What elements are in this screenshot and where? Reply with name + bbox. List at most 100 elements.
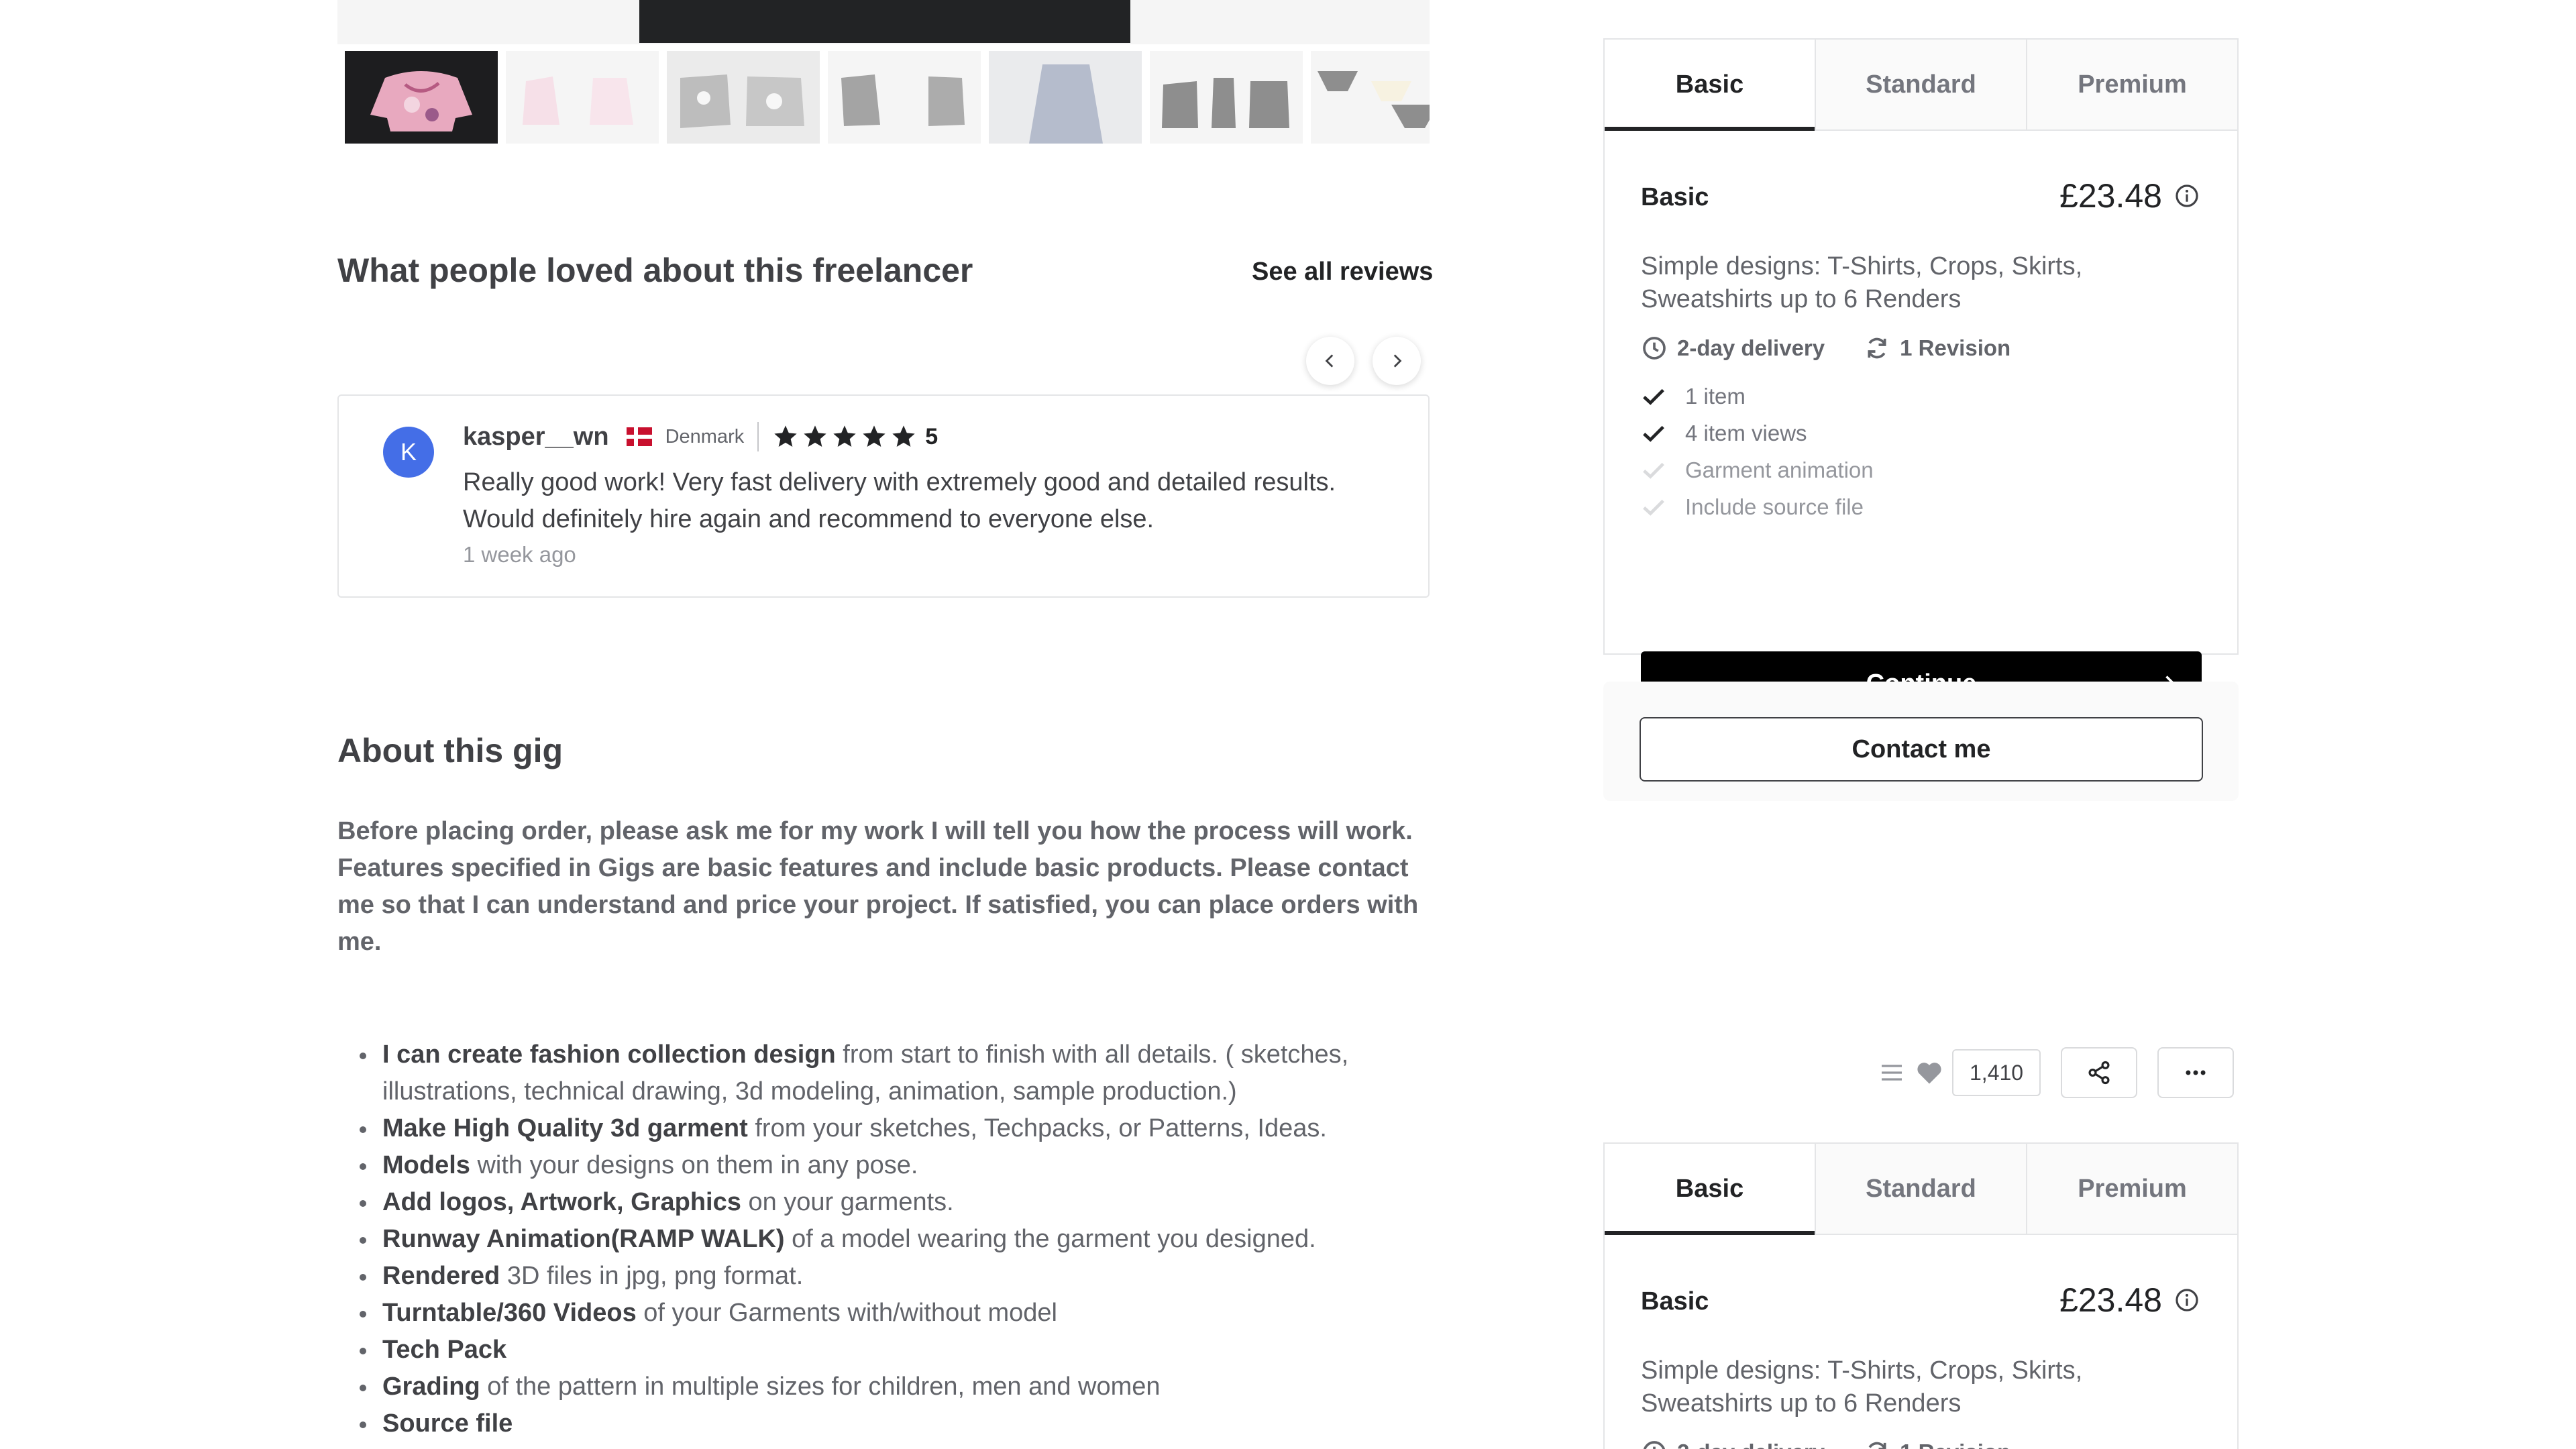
contact-me-button[interactable]: Contact me [1640,717,2203,782]
thumbnail-2[interactable] [506,51,659,144]
clock-icon [1643,1441,1666,1449]
tab-basic[interactable]: Basic [1605,40,1816,131]
thumbnail-6[interactable] [1150,51,1303,144]
package-tabs: Basic Standard Premium [1605,40,2237,131]
star-icon [774,425,797,447]
list-item: Source file [360,1405,1429,1442]
more-icon [2186,1070,2206,1075]
see-all-reviews-link[interactable]: See all reviews [1252,258,1433,286]
thumbnail-3[interactable] [667,51,820,144]
review-card: K kasper__wn Denmark 5 Really good work!… [337,394,1430,598]
list-item-text: of a model wearing the garment you desig… [784,1225,1316,1253]
revisions: 1 Revision [1900,1440,2010,1449]
chevron-left-icon [1325,354,1334,368]
refresh-icon [1868,337,1886,359]
list-item: Models with your designs on them in any … [360,1147,1429,1184]
package-meta: 2-day delivery 1 Revision [1641,335,2010,362]
info-icon[interactable] [2174,1287,2200,1313]
heart-icon[interactable] [1915,1058,1944,1087]
about-intro: Before placing order, please ask me for … [337,817,1419,956]
more-options-button[interactable] [2157,1047,2235,1098]
feature-item: Include source file [1641,488,1874,525]
contact-section: Contact me [1603,682,2239,801]
tab-standard[interactable]: Standard [1816,1144,2027,1234]
list-item-bold: Source file [382,1409,513,1438]
list-item-text: 3D files in jpg, png format. [500,1262,804,1290]
list-item-text: of your Garments with/without model [636,1299,1057,1327]
feature-label: Garment animation [1685,457,1874,482]
list-item-bold: Add logos, Artwork, Graphics [382,1188,741,1216]
check-icon [1643,499,1664,516]
price-value: £23.48 [2059,1281,2162,1319]
review-username[interactable]: kasper__wn [463,423,609,451]
likes-count: 1,410 [1952,1049,2041,1096]
star-icon [804,425,826,447]
gallery-main-image[interactable] [639,0,1130,43]
review-header: kasper__wn Denmark 5 [463,420,938,453]
package-tabs: Basic Standard Premium [1605,1144,2237,1235]
about-feature-list: I can create fashion collection design f… [360,1036,1429,1442]
list-item: Make High Quality 3d garment from your s… [360,1110,1429,1147]
list-item-bold: Tech Pack [382,1336,507,1364]
price-value: £23.48 [2059,177,2162,215]
info-icon[interactable] [2174,183,2200,209]
list-item-text: on your garments. [741,1188,954,1216]
package-description: Simple designs: T-Shirts, Crops, Skirts,… [1641,252,2083,313]
review-text: Really good work! Very fast delivery wit… [463,468,1336,533]
about-section-title: About this gig [337,732,564,769]
revisions: 1 Revision [1900,335,2011,360]
list-item-bold: Turntable/360 Videos [382,1299,637,1327]
thumbnail-1[interactable] [345,51,498,144]
check-icon [1643,425,1664,442]
share-icon [2088,1061,2110,1085]
list-icon[interactable] [1878,1059,1905,1086]
check-icon [1643,388,1664,405]
list-item-bold: Runway Animation(RAMP WALK) [382,1225,785,1253]
list-item: Runway Animation(RAMP WALK) of a model w… [360,1221,1429,1258]
tab-premium[interactable]: Premium [2027,1144,2237,1234]
list-item-text: from your sketches, Techpacks, or Patter… [747,1114,1327,1142]
check-icon [1643,462,1664,479]
thumbnail-7[interactable] [1311,51,1430,144]
tab-basic[interactable]: Basic [1605,1144,1816,1235]
chevron-right-icon [1393,354,1402,368]
list-item: Grading of the pattern in multiple sizes… [360,1368,1429,1405]
package-price: £23.48 [2059,1281,2200,1320]
thumbnail-5[interactable] [989,51,1142,144]
thumbnail-4[interactable] [828,51,981,144]
review-country: Denmark [665,425,745,447]
list-item-bold: I can create fashion collection design [382,1040,836,1069]
gig-actions: 1,410 [1878,1047,2235,1098]
share-button[interactable] [2061,1047,2138,1098]
divider [757,422,759,451]
package-card-repeat: Basic Standard Premium Basic £23.48 Simp… [1603,1142,2239,1449]
feature-item: 4 item views [1641,415,1874,451]
feature-item: Garment animation [1641,451,1874,488]
clock-icon [1643,337,1666,360]
feature-item: 1 item [1641,378,1874,415]
rating-value: 5 [925,423,938,449]
avatar[interactable]: K [383,427,434,478]
review-time: 1 week ago [463,542,576,567]
package-features: 1 item 4 item views Garment animation In… [1641,378,1874,525]
list-item-bold: Make High Quality 3d garment [382,1114,748,1142]
package-description: Simple designs: T-Shirts, Crops, Skirts,… [1641,1356,2083,1417]
list-item-bold: Models [382,1151,470,1179]
list-item: Add logos, Artwork, Graphics on your gar… [360,1184,1429,1221]
star-icon [833,425,856,447]
star-icon [863,425,885,447]
gallery-thumbnails [345,51,1430,144]
package-name: Basic [1641,1287,1709,1316]
list-item: Turntable/360 Videos of your Garments wi… [360,1295,1429,1332]
delivery-time: 2-day delivery [1677,1440,1825,1449]
tab-standard[interactable]: Standard [1816,40,2027,129]
list-item-bold: Rendered [382,1262,500,1290]
feature-label: 1 item [1685,383,1746,409]
star-icon [892,425,915,447]
list-item: I can create fashion collection design f… [360,1036,1429,1110]
feature-label: Include source file [1685,494,1864,519]
list-item: Rendered 3D files in jpg, png format. [360,1258,1429,1295]
tab-premium[interactable]: Premium [2027,40,2237,129]
carousel-next-button[interactable] [1373,337,1421,385]
carousel-prev-button[interactable] [1306,337,1354,385]
